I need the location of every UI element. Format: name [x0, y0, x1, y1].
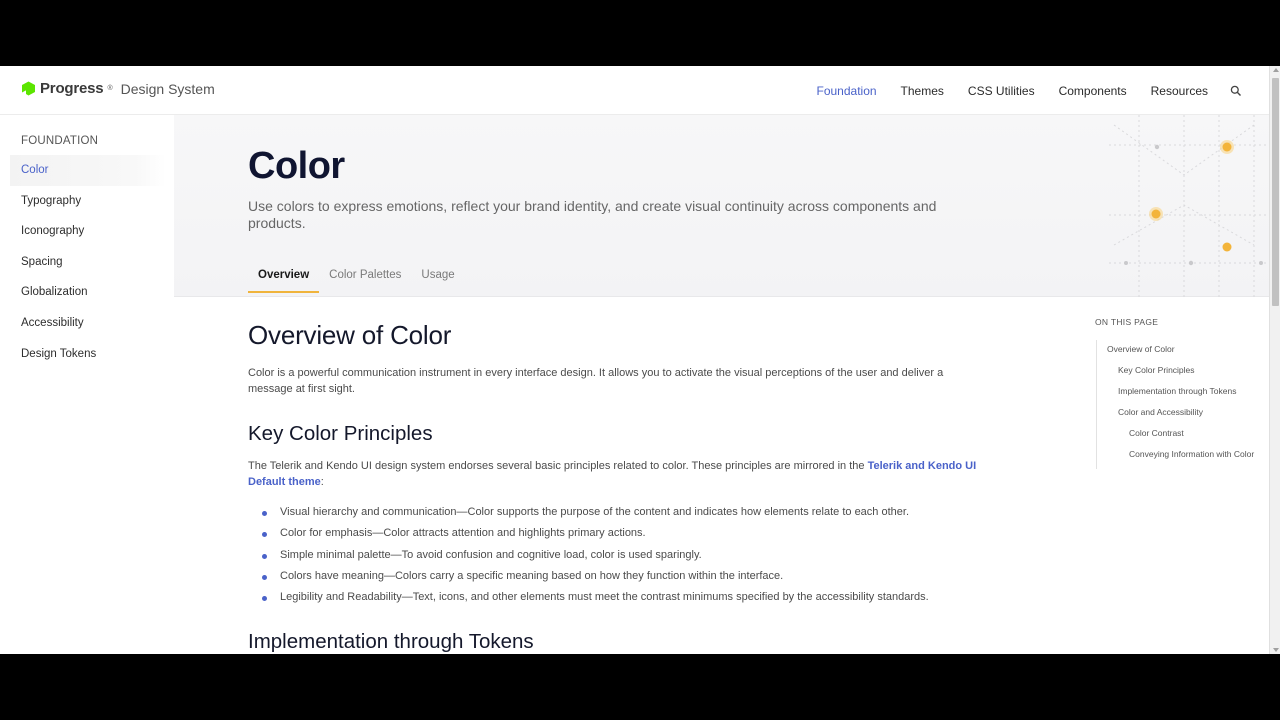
scroll-down-arrow-icon[interactable] — [1273, 648, 1279, 652]
tokens-heading: Implementation through Tokens — [248, 630, 534, 653]
sidebar-item-color[interactable]: Color — [10, 155, 166, 186]
sidebar: FOUNDATION Color Typography Iconography … — [0, 115, 174, 654]
principles-list: Visual hierarchy and communication—Color… — [262, 502, 982, 608]
tab-overview[interactable]: Overview — [248, 261, 320, 293]
main-content: Overview of Color — [248, 320, 998, 351]
sidebar-item-design-tokens[interactable]: Design Tokens — [10, 339, 166, 370]
toc-item-key-principles[interactable]: Key Color Principles — [1097, 364, 1256, 377]
search-icon[interactable] — [1230, 84, 1244, 98]
nav-components[interactable]: Components — [1059, 84, 1127, 98]
list-item: Color for emphasis—Color attracts attent… — [262, 523, 982, 544]
sidebar-list: Color Typography Iconography Spacing Glo… — [10, 155, 166, 369]
nav-foundation[interactable]: Foundation — [817, 84, 877, 98]
sidebar-heading: FOUNDATION — [21, 135, 99, 147]
toc-item-color-accessibility[interactable]: Color and Accessibility — [1097, 406, 1256, 419]
main-nav: Foundation Themes CSS Utilities Componen… — [793, 66, 1245, 115]
brand-name: Progress — [40, 80, 104, 97]
nav-resources[interactable]: Resources — [1151, 84, 1208, 98]
toc-item-implementation[interactable]: Implementation through Tokens — [1097, 385, 1256, 398]
nav-themes[interactable]: Themes — [901, 84, 944, 98]
page-hero: Color Use colors to express emotions, re… — [174, 115, 1269, 297]
page-subtitle: Use colors to express emotions, reflect … — [248, 198, 937, 231]
sidebar-item-globalization[interactable]: Globalization — [10, 277, 166, 308]
sidebar-item-spacing[interactable]: Spacing — [10, 247, 166, 278]
progress-logo-icon — [22, 81, 35, 96]
principles-intro-text: The Telerik and Kendo UI design system e… — [248, 460, 868, 472]
page-tabs: Overview Color Palettes Usage — [248, 261, 465, 293]
top-navigation-bar: Progress ® Design System Foundation Themes… — [0, 66, 1269, 115]
tab-usage[interactable]: Usage — [411, 261, 464, 293]
tab-color-palettes[interactable]: Color Palettes — [319, 261, 411, 293]
scrollbar-thumb[interactable] — [1272, 78, 1279, 306]
brand-registered-mark: ® — [107, 85, 113, 92]
nav-css-utilities[interactable]: CSS Utilities — [968, 84, 1035, 98]
browser-viewport: Progress ® Design System Foundation Themes… — [0, 66, 1280, 654]
principles-intro-colon: : — [320, 476, 324, 488]
toc-item-conveying-information[interactable]: Conveying Information with Color — [1097, 448, 1256, 461]
principles-intro-paragraph: The Telerik and Kendo UI design system e… — [248, 458, 993, 490]
toc-title: ON THIS PAGE — [1095, 317, 1159, 327]
toc-item-overview[interactable]: Overview of Color — [1097, 343, 1256, 356]
list-item: Simple minimal palette—To avoid confusio… — [262, 545, 982, 566]
page-scrollbar[interactable] — [1269, 66, 1280, 654]
sidebar-item-iconography[interactable]: Iconography — [10, 216, 166, 247]
sidebar-item-accessibility[interactable]: Accessibility — [10, 308, 166, 339]
key-principles-heading: Key Color Principles — [248, 422, 433, 445]
intro-paragraph: Color is a powerful communication instru… — [248, 367, 944, 395]
toc-item-color-contrast[interactable]: Color Contrast — [1097, 427, 1256, 440]
list-item: Visual hierarchy and communication—Color… — [262, 502, 982, 523]
sidebar-item-typography[interactable]: Typography — [10, 186, 166, 217]
brand-subtitle: Design System — [120, 80, 215, 97]
overview-heading: Overview of Color — [248, 320, 452, 350]
list-item: Colors have meaning—Colors carry a speci… — [262, 566, 982, 587]
table-of-contents: Overview of Color Key Color Principles I… — [1096, 340, 1256, 469]
list-item: Legibility and Readability—Text, icons, … — [262, 587, 982, 608]
decorative-network-graphic — [1109, 115, 1269, 297]
page-title: Color — [248, 145, 345, 187]
brand-logo[interactable]: Progress ® Design System — [21, 80, 215, 97]
scroll-up-arrow-icon[interactable] — [1273, 68, 1279, 72]
